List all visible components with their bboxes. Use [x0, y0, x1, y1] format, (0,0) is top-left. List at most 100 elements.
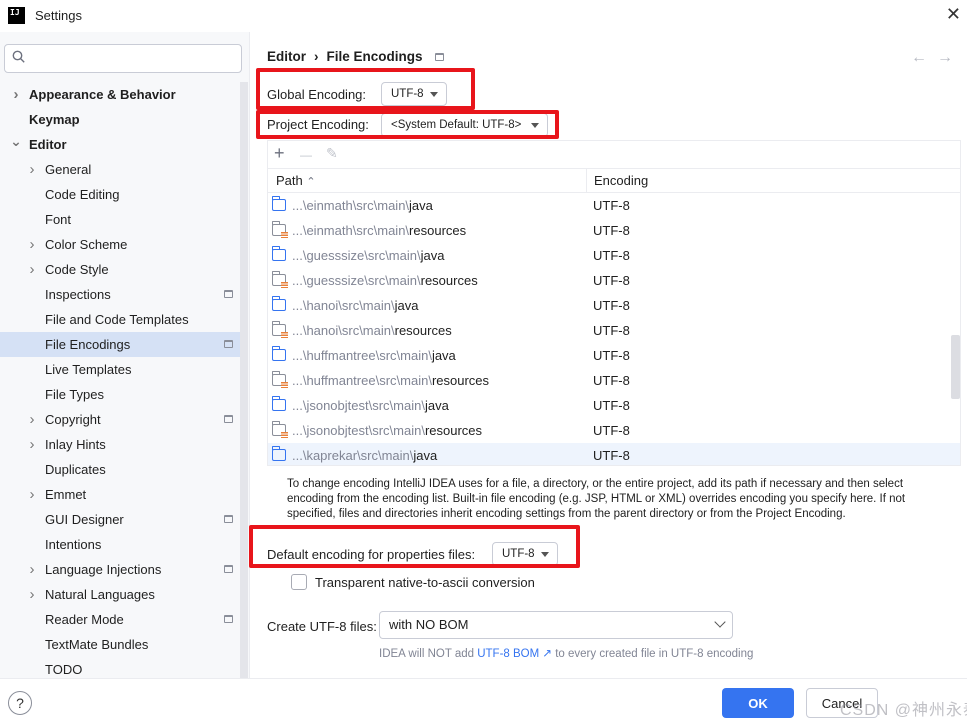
help-icon[interactable]: ?	[8, 691, 32, 715]
table-row[interactable]: ...\guesssize\src\main\java UTF-8	[268, 243, 960, 268]
sidebar-item[interactable]: › Inlay Hints	[0, 432, 240, 457]
sidebar-item-label: Inlay Hints	[45, 437, 106, 452]
highlight-box-project	[256, 110, 559, 139]
forward-arrow-icon[interactable]: →	[937, 49, 963, 66]
encoding-cell[interactable]: UTF-8	[593, 443, 630, 465]
path-cell: ...\kaprekar\src\main\java	[292, 448, 438, 463]
table-row[interactable]: ...\einmath\src\main\java UTF-8	[268, 193, 960, 218]
encoding-cell[interactable]: UTF-8	[593, 343, 630, 368]
table-scrollbar-thumb[interactable]	[951, 335, 960, 399]
chevron-right-icon[interactable]: ›	[26, 257, 38, 282]
table-row[interactable]: ...\huffmantree\src\main\java UTF-8	[268, 343, 960, 368]
chevron-right-icon[interactable]: ›	[26, 232, 38, 257]
sidebar-item[interactable]: Reader Mode	[0, 607, 240, 632]
path-cell: ...\hanoi\src\main\java	[292, 298, 419, 313]
ok-button[interactable]: OK	[722, 688, 794, 718]
table-row[interactable]: ...\hanoi\src\main\java UTF-8	[268, 293, 960, 318]
sidebar-item[interactable]: ⌄ Editor	[0, 132, 240, 157]
sidebar-item[interactable]: Live Templates	[0, 357, 240, 382]
sidebar-item[interactable]: › Language Injections	[0, 557, 240, 582]
highlight-box-properties	[249, 525, 580, 568]
chevron-right-icon[interactable]: ›	[26, 582, 38, 607]
sidebar-item[interactable]: File and Code Templates	[0, 307, 240, 332]
close-icon[interactable]: ✕	[946, 4, 961, 24]
title-bar: IJ Settings ✕	[0, 0, 967, 32]
sidebar-item[interactable]: Duplicates	[0, 457, 240, 482]
sidebar-item[interactable]: Keymap	[0, 107, 240, 132]
table-scrollbar[interactable]	[951, 193, 960, 465]
native-to-ascii-label[interactable]: Transparent native-to-ascii conversion	[315, 575, 535, 590]
sidebar-item[interactable]: TextMate Bundles	[0, 632, 240, 657]
table-row[interactable]: ...\huffmantree\src\main\resources UTF-8	[268, 368, 960, 393]
sidebar-item-label: TextMate Bundles	[45, 637, 149, 652]
sidebar-item[interactable]: › General	[0, 157, 240, 182]
table-body: ...\einmath\src\main\java UTF-8 ...\einmat…	[268, 193, 960, 465]
search-box[interactable]	[4, 44, 242, 73]
chevron-right-icon[interactable]: ›	[26, 482, 38, 507]
encoding-cell[interactable]: UTF-8	[593, 293, 630, 318]
sidebar-item-label: Language Injections	[45, 562, 162, 577]
path-cell: ...\huffmantree\src\main\resources	[292, 373, 490, 388]
back-arrow-icon[interactable]: ←	[911, 49, 937, 66]
sidebar-item[interactable]: › Appearance & Behavior	[0, 82, 240, 107]
chevron-right-icon[interactable]: ›	[26, 557, 38, 582]
resources-folder-icon	[271, 221, 288, 238]
sidebar-item[interactable]: › Code Style	[0, 257, 240, 282]
sidebar-item[interactable]: Inspections	[0, 282, 240, 307]
sidebar-item-label: File and Code Templates	[45, 312, 189, 327]
sidebar-item[interactable]: › Copyright	[0, 407, 240, 432]
column-header-encoding[interactable]: Encoding	[594, 169, 648, 192]
encoding-cell[interactable]: UTF-8	[593, 268, 630, 293]
main-panel: Editor › File Encodings ←→ Global Encodi…	[249, 32, 967, 678]
breadcrumb-parent[interactable]: Editor	[267, 49, 306, 64]
sidebar-item-label: Inspections	[45, 287, 111, 302]
chevron-right-icon[interactable]: ›	[26, 432, 38, 457]
native-to-ascii-checkbox[interactable]	[291, 574, 307, 590]
sidebar-item[interactable]: › Emmet	[0, 482, 240, 507]
encoding-info-text: To change encoding IntelliJ IDEA uses fo…	[287, 478, 906, 520]
sidebar-item-label: Duplicates	[45, 462, 106, 477]
encoding-cell[interactable]: UTF-8	[593, 218, 630, 243]
sidebar-item[interactable]: Code Editing	[0, 182, 240, 207]
sidebar-item-label: General	[45, 162, 92, 177]
table-row[interactable]: ...\guesssize\src\main\resources UTF-8	[268, 268, 960, 293]
sidebar-item[interactable]: Font	[0, 207, 240, 232]
chevron-down-icon[interactable]: ⌄	[10, 132, 22, 157]
utf8-bom-link[interactable]: UTF-8 BOM ↗	[477, 648, 552, 660]
sidebar-item[interactable]: Intentions	[0, 532, 240, 557]
table-row[interactable]: ...\jsonobjtest\src\main\java UTF-8	[268, 393, 960, 418]
breadcrumb-current: File Encodings	[326, 49, 423, 64]
remove-icon[interactable]: —	[300, 145, 312, 165]
encoding-cell[interactable]: UTF-8	[593, 193, 630, 218]
sidebar-scrollbar[interactable]	[240, 82, 248, 682]
chevron-right-icon[interactable]: ›	[10, 82, 22, 107]
create-utf8-combo[interactable]: with NO BOM	[379, 611, 733, 639]
edit-icon[interactable]: ✎	[326, 143, 338, 163]
column-header-path[interactable]: Path ⌃	[276, 169, 316, 192]
column-divider[interactable]	[586, 169, 587, 192]
chevron-right-icon[interactable]: ›	[26, 157, 38, 182]
table-row[interactable]: ...\kaprekar\src\main\java UTF-8	[268, 443, 960, 465]
encoding-cell[interactable]: UTF-8	[593, 418, 630, 443]
table-row[interactable]: ...\jsonobjtest\src\main\resources UTF-8	[268, 418, 960, 443]
add-icon[interactable]: +	[274, 143, 285, 163]
encoding-cell[interactable]: UTF-8	[593, 318, 630, 343]
path-cell: ...\guesssize\src\main\resources	[292, 273, 478, 288]
source-folder-icon	[271, 196, 286, 211]
sidebar-item[interactable]: › Natural Languages	[0, 582, 240, 607]
sidebar-item-label: Color Scheme	[45, 237, 128, 252]
table-row[interactable]: ...\einmath\src\main\resources UTF-8	[268, 218, 960, 243]
sidebar-item[interactable]: › Color Scheme	[0, 232, 240, 257]
sidebar-item[interactable]: File Types	[0, 382, 240, 407]
sidebar-item-label: Font	[45, 212, 72, 227]
encoding-cell[interactable]: UTF-8	[593, 393, 630, 418]
sidebar-item[interactable]: GUI Designer	[0, 507, 240, 532]
chevron-right-icon[interactable]: ›	[26, 407, 38, 432]
encoding-cell[interactable]: UTF-8	[593, 368, 630, 393]
table-row[interactable]: ...\hanoi\src\main\resources UTF-8	[268, 318, 960, 343]
encoding-cell[interactable]: UTF-8	[593, 243, 630, 268]
search-input[interactable]	[33, 49, 233, 69]
sidebar-item[interactable]: File Encodings	[0, 332, 240, 357]
resources-folder-icon	[271, 371, 288, 388]
sidebar-item-label: Code Editing	[45, 187, 120, 202]
